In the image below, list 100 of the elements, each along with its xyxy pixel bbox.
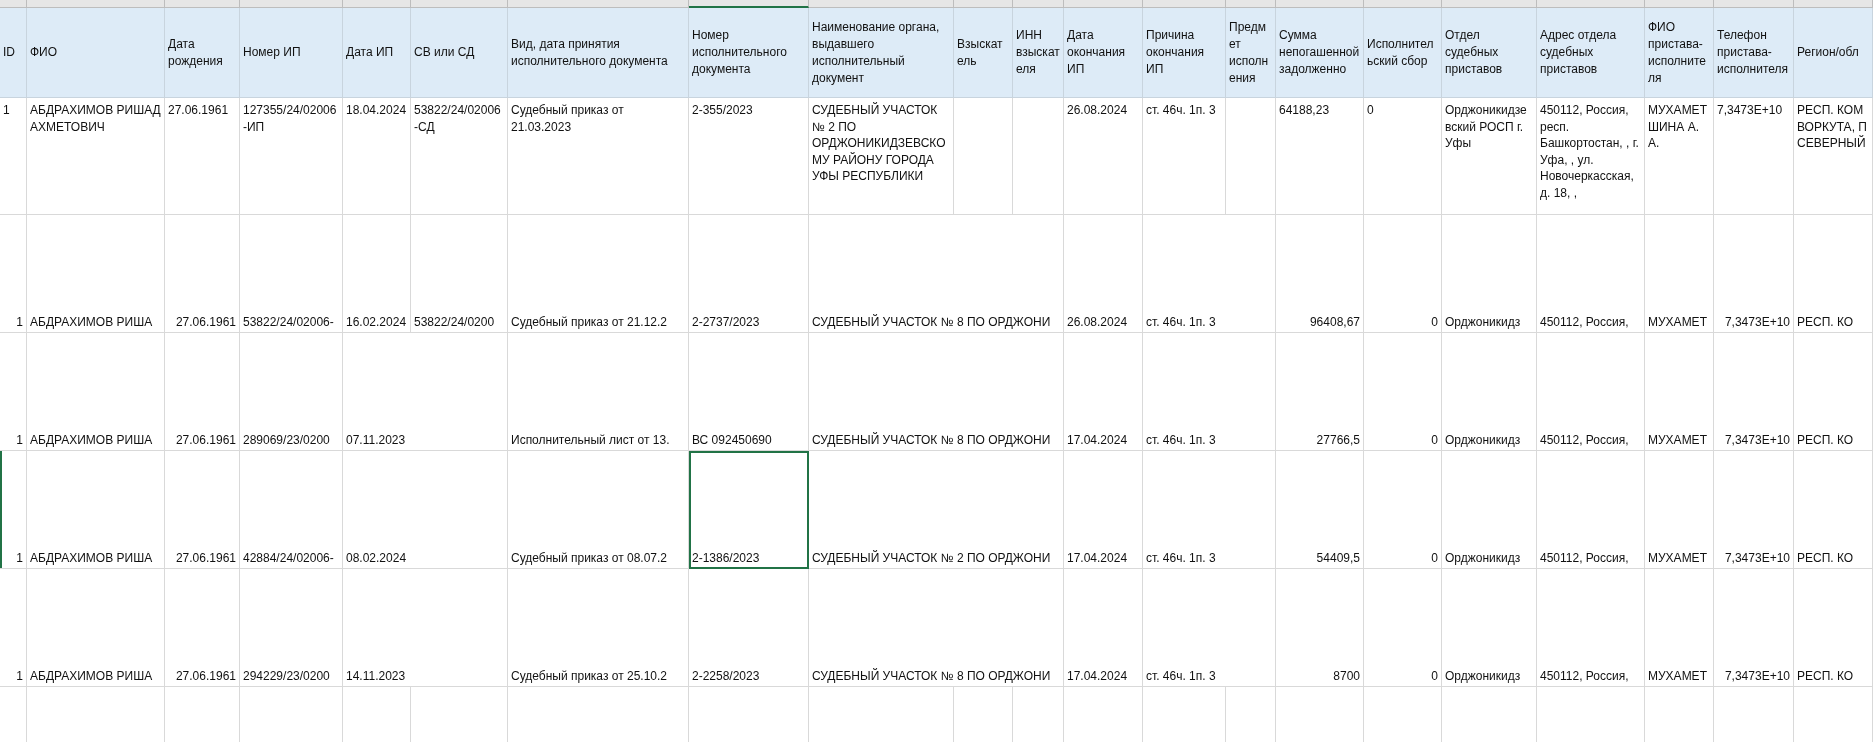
table-cell[interactable]: СУДЕБНЫЙ УЧАСТОК № 2 ПО ОРДЖОНИ bbox=[809, 451, 1064, 569]
table-cell[interactable]: 0 bbox=[1364, 569, 1442, 687]
table-cell[interactable]: 53822/24/02006- bbox=[240, 215, 343, 333]
header-cell: Адрес отдела судебных приставов bbox=[1537, 8, 1645, 98]
table-cell[interactable]: МУХАМЕТ bbox=[1645, 451, 1714, 569]
table-cell[interactable]: СУДЕБНЫЙ УЧАСТОК № 8 ПО ОРДЖОНИ bbox=[809, 333, 1064, 451]
table-cell[interactable]: Орджоникидзевский РОСП г. Уфы bbox=[1442, 98, 1537, 215]
table-cell[interactable]: 17.04.2024 bbox=[1064, 333, 1143, 451]
table-cell[interactable]: 7,3473E+10 bbox=[1714, 215, 1794, 333]
table-cell[interactable]: 53822/24/02006-СД bbox=[411, 98, 508, 215]
table-cell[interactable]: 450112, Россия, bbox=[1537, 333, 1645, 451]
table-cell[interactable]: АБДРАХИМОВ РИША bbox=[27, 215, 165, 333]
table-cell[interactable]: Орджоникидз bbox=[1442, 215, 1537, 333]
table-cell[interactable]: 16.02.2024 bbox=[343, 215, 411, 333]
table-cell[interactable]: 27.06.1961 bbox=[165, 569, 240, 687]
table-cell[interactable]: Судебный приказ от 21.12.2 bbox=[508, 215, 689, 333]
table-cell[interactable]: ст. 46ч. 1п. 3 bbox=[1143, 569, 1276, 687]
table-cell[interactable]: 27.06.1961 bbox=[165, 98, 240, 215]
table-cell[interactable]: Исполнительный лист от 13. bbox=[508, 333, 689, 451]
table-cell[interactable]: МУХАМЕТ bbox=[1645, 333, 1714, 451]
table-cell[interactable]: 42884/24/02006- bbox=[240, 451, 343, 569]
header-cell: Исполнительский сбор bbox=[1364, 8, 1442, 98]
table-cell[interactable]: 7,3473E+10 bbox=[1714, 98, 1794, 215]
table-cell[interactable]: Орджоникидз bbox=[1442, 451, 1537, 569]
table-cell[interactable]: Орджоникидз bbox=[1442, 569, 1537, 687]
table-cell[interactable]: РЕСП. КО bbox=[1794, 569, 1873, 687]
table-cell[interactable]: 26.08.2024 bbox=[1064, 215, 1143, 333]
table-cell[interactable]: 64188,23 bbox=[1276, 98, 1364, 215]
header-cell: Сумма непогашенной задолженно bbox=[1276, 8, 1364, 98]
table-cell[interactable]: СУДЕБНЫЙ УЧАСТОК № 8 ПО ОРДЖОНИ bbox=[809, 215, 1064, 333]
table-cell[interactable]: 7,3473E+10 bbox=[1714, 569, 1794, 687]
table-cell[interactable]: 18.04.2024 bbox=[343, 98, 411, 215]
table-cell[interactable]: ВС 092450690 bbox=[689, 333, 809, 451]
table-cell[interactable]: РЕСП. КО bbox=[1794, 333, 1873, 451]
header-cell: Дата окончания ИП bbox=[1064, 8, 1143, 98]
table-cell[interactable]: 7,3473E+10 bbox=[1714, 451, 1794, 569]
table-cell[interactable]: 14.11.2023 bbox=[343, 569, 508, 687]
table-cell[interactable]: МУХАМЕТШИНА А. А. bbox=[1645, 98, 1714, 215]
table-cell[interactable]: МУХАМЕТ bbox=[1645, 569, 1714, 687]
table-cell[interactable]: АБДРАХИМОВ РИША bbox=[27, 451, 165, 569]
table-cell[interactable]: 8700 bbox=[1276, 569, 1364, 687]
header-cell: Номер ИП bbox=[240, 8, 343, 98]
table-cell[interactable]: СУДЕБНЫЙ УЧАСТОК № 8 ПО ОРДЖОНИ bbox=[809, 569, 1064, 687]
table-cell[interactable]: РЕСП. КО bbox=[1794, 451, 1873, 569]
table-cell[interactable]: 07.11.2023 bbox=[343, 333, 508, 451]
table-cell[interactable]: 450112, Россия, bbox=[1537, 451, 1645, 569]
table-cell[interactable]: 08.02.2024 bbox=[343, 451, 508, 569]
table-cell[interactable]: 27.06.1961 bbox=[165, 451, 240, 569]
table-cell[interactable]: 53822/24/0200 bbox=[411, 215, 508, 333]
table-cell[interactable]: 17.04.2024 bbox=[1064, 451, 1143, 569]
table-cell[interactable]: ст. 46ч. 1п. 3 bbox=[1143, 98, 1226, 215]
table-cell[interactable]: СУДЕБНЫЙ УЧАСТОК № 2 ПО ОРДЖОНИКИДЗЕВСКОМУ РАЙОНУ ГОРОДА УФЫ РЕСПУБЛИКИ bbox=[809, 98, 954, 215]
table-cell[interactable]: 450112, Россия, bbox=[1537, 569, 1645, 687]
header-cell: Наименование органа, выдавшего исполнительный документ bbox=[809, 8, 954, 98]
table-cell[interactable]: 2-1386/2023 bbox=[689, 451, 809, 569]
table-cell[interactable]: МУХАМЕТ bbox=[1645, 215, 1714, 333]
column-header[interactable] bbox=[689, 0, 809, 8]
header-cell: Отдел судебных приставов bbox=[1442, 8, 1537, 98]
table-cell[interactable]: 26.08.2024 bbox=[1064, 98, 1143, 215]
table-cell[interactable]: 27.06.1961 bbox=[165, 333, 240, 451]
table-cell[interactable]: 294229/23/0200 bbox=[240, 569, 343, 687]
table-cell[interactable]: 1 bbox=[0, 569, 27, 687]
header-cell: Предмет исполнения bbox=[1226, 8, 1276, 98]
table-cell[interactable]: 17.04.2024 bbox=[1064, 569, 1143, 687]
table-cell[interactable]: 1 bbox=[0, 333, 27, 451]
table-cell[interactable]: ст. 46ч. 1п. 3 bbox=[1143, 451, 1276, 569]
table-cell[interactable]: 27766,5 bbox=[1276, 333, 1364, 451]
table-cell[interactable]: АБДРАХИМОВ РИША bbox=[27, 569, 165, 687]
table-cell[interactable]: АБДРАХИМОВ РИШАД АХМЕТОВИЧ bbox=[27, 98, 165, 215]
header-cell: Взыскатель bbox=[954, 8, 1013, 98]
table-cell[interactable]: ст. 46ч. 1п. 3 bbox=[1143, 333, 1276, 451]
table-cell[interactable]: 0 bbox=[1364, 98, 1442, 215]
table-cell[interactable]: РЕСП. КО bbox=[1794, 215, 1873, 333]
table-cell[interactable]: 96408,67 bbox=[1276, 215, 1364, 333]
table-cell[interactable]: АБДРАХИМОВ РИША bbox=[27, 333, 165, 451]
header-cell: Дата рождения bbox=[165, 8, 240, 98]
table-cell[interactable]: 0 bbox=[1364, 451, 1442, 569]
table-cell[interactable]: ст. 46ч. 1п. 3 bbox=[1143, 215, 1276, 333]
table-cell[interactable]: 1 bbox=[0, 98, 27, 215]
table-cell[interactable]: Орджоникидз bbox=[1442, 333, 1537, 451]
table-cell[interactable]: 2-2737/2023 bbox=[689, 215, 809, 333]
table-cell[interactable]: 0 bbox=[1364, 215, 1442, 333]
table-cell[interactable]: 27.06.1961 bbox=[165, 215, 240, 333]
table-cell[interactable]: 450112, Россия, bbox=[1537, 215, 1645, 333]
table-cell[interactable]: 289069/23/0200 bbox=[240, 333, 343, 451]
table-cell[interactable]: Судебный приказ от 25.10.2 bbox=[508, 569, 689, 687]
header-cell: ID bbox=[0, 8, 27, 98]
table-cell[interactable]: 450112, Россия, респ. Башкортостан, , г. Уфа, , ул. Новочеркасская, д. 18, , bbox=[1537, 98, 1645, 215]
table-cell[interactable]: 1 bbox=[0, 451, 27, 569]
table-cell[interactable]: РЕСП. КОМ ВОРКУТА, П СЕВЕРНЫЙ bbox=[1794, 98, 1873, 215]
table-cell[interactable]: 7,3473E+10 bbox=[1714, 333, 1794, 451]
table-cell[interactable]: 2-2258/2023 bbox=[689, 569, 809, 687]
table-cell[interactable]: 0 bbox=[1364, 333, 1442, 451]
table-cell[interactable]: 127355/24/02006-ИП bbox=[240, 98, 343, 215]
table-cell[interactable]: Судебный приказ от 08.07.2 bbox=[508, 451, 689, 569]
table-cell[interactable]: 1 bbox=[0, 215, 27, 333]
table-cell[interactable]: 54409,5 bbox=[1276, 451, 1364, 569]
table-cell[interactable]: 2-355/2023 bbox=[689, 98, 809, 215]
header-cell: ФИО пристава-исполнителя bbox=[1645, 8, 1714, 98]
table-cell[interactable]: Судебный приказ от 21.03.2023 bbox=[508, 98, 689, 215]
